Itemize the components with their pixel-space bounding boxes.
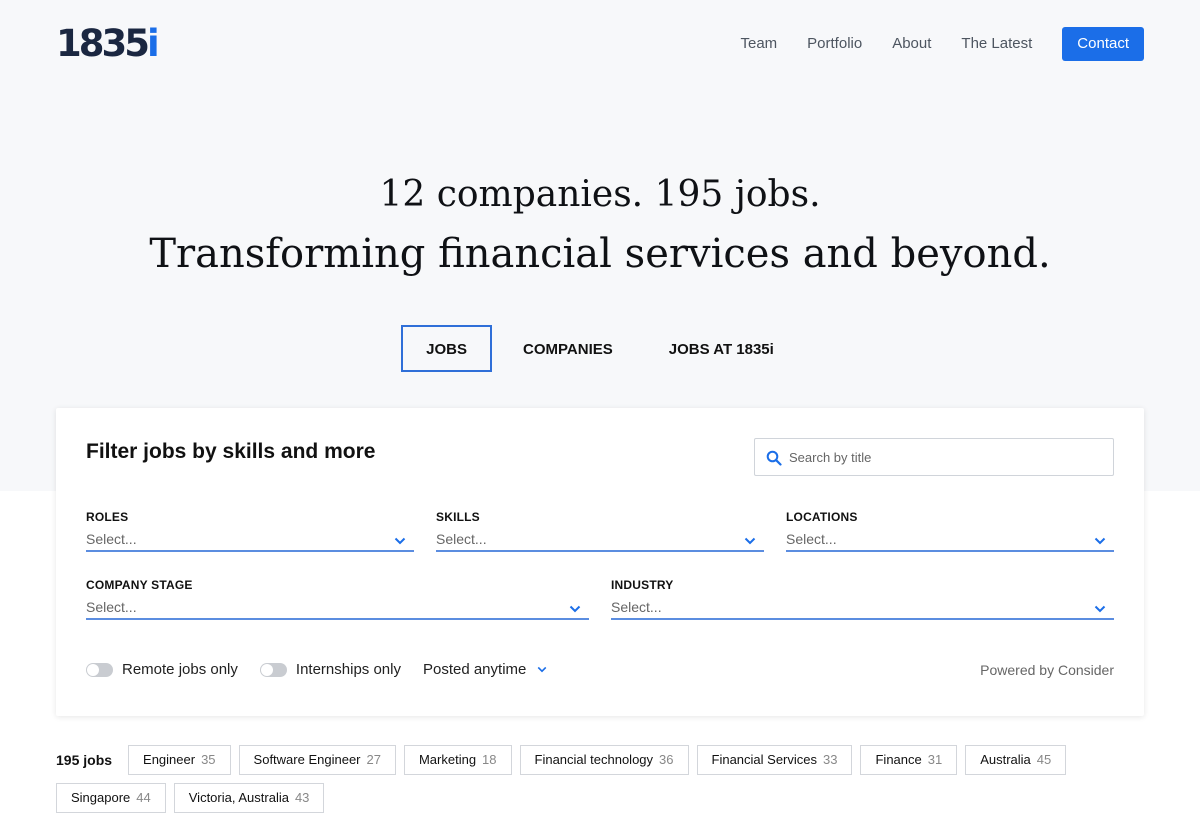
- posted-label: Posted anytime: [422, 661, 527, 678]
- chip-count: 44: [136, 790, 151, 805]
- search-icon: [766, 450, 782, 466]
- chip-financial-services[interactable]: Financial Services 33: [696, 745, 853, 775]
- roles-select[interactable]: ROLES Select...: [86, 510, 414, 552]
- chevron-down-icon: [569, 605, 581, 613]
- chip-australia[interactable]: Australia 45: [965, 745, 1067, 775]
- chevron-down-icon: [538, 666, 547, 673]
- remote-jobs-toggle[interactable]: [86, 662, 113, 677]
- nav-link-the-latest[interactable]: The Latest: [961, 27, 1032, 61]
- tab-jobs-at-1835i[interactable]: JOBS AT 1835i: [644, 325, 799, 372]
- internships-toggle[interactable]: [259, 662, 287, 677]
- view-tabs: JOBS COMPANIES JOBS AT 1835i: [0, 325, 1200, 372]
- company-stage-select[interactable]: COMPANY STAGE Select...: [86, 578, 589, 620]
- posted-dropdown[interactable]: Posted anytime: [423, 661, 547, 678]
- skills-value: Select...: [436, 531, 487, 547]
- chip-label: Singapore: [71, 790, 131, 805]
- tag-chips: 195 jobs Engineer 35 Software Engineer 27 …: [56, 745, 1156, 813]
- chevron-down-icon: [394, 537, 406, 545]
- nav-link-portfolio[interactable]: Portfolio: [807, 27, 862, 61]
- job-count: 195 jobs: [56, 752, 113, 768]
- remote-jobs-label[interactable]: Remote jobs only: [122, 661, 238, 678]
- skills-select[interactable]: SKILLS Select...: [436, 510, 764, 552]
- skills-label: SKILLS: [436, 510, 480, 524]
- nav-link-about[interactable]: About: [892, 27, 931, 61]
- logo-accent: i: [146, 22, 160, 65]
- logo-text: 1835: [56, 22, 150, 65]
- chevron-down-icon: [1094, 605, 1106, 613]
- filter-title: Filter jobs by skills and more: [86, 440, 376, 463]
- chip-label: Financial technology: [534, 752, 654, 767]
- internships-label[interactable]: Internships only: [296, 661, 401, 678]
- locations-value: Select...: [786, 531, 837, 547]
- nav-links: Team Portfolio About The Latest Contact: [740, 27, 1144, 61]
- chip-row: Singapore 44 Victoria, Australia 43: [56, 783, 1156, 813]
- logo[interactable]: 1835i: [56, 22, 160, 65]
- chip-software-engineer[interactable]: Software Engineer 27: [238, 745, 396, 775]
- industry-value: Select...: [611, 599, 662, 615]
- roles-value: Select...: [86, 531, 137, 547]
- chip-count: 43: [294, 790, 310, 805]
- chip-count: 33: [823, 752, 838, 767]
- top-nav: 1835i Team Portfolio About The Latest Co…: [0, 0, 1200, 88]
- chevron-down-icon: [1094, 537, 1106, 545]
- chip-victoria-australia[interactable]: Victoria, Australia 43: [173, 783, 325, 813]
- chip-label: Software Engineer: [253, 752, 361, 767]
- contact-button[interactable]: Contact: [1062, 27, 1144, 61]
- chip-count: 18: [482, 752, 497, 767]
- industry-label: INDUSTRY: [611, 578, 674, 592]
- hero-subheadline: Transforming financial services and beyo…: [149, 231, 1051, 277]
- chip-engineer[interactable]: Engineer 35: [128, 745, 231, 775]
- chip-row: 195 jobs Engineer 35 Software Engineer 27 …: [56, 745, 1156, 775]
- search-input[interactable]: [789, 439, 1105, 475]
- company-stage-label: COMPANY STAGE: [86, 578, 193, 592]
- chip-financial-technology[interactable]: Financial technology 36: [519, 745, 689, 775]
- powered-by-link[interactable]: Powered by Consider: [980, 662, 1114, 678]
- nav-link-team[interactable]: Team: [740, 27, 777, 61]
- chip-label: Australia: [980, 752, 1031, 767]
- roles-label: ROLES: [86, 510, 129, 524]
- chip-count: 31: [927, 752, 943, 767]
- toggle-knob: [260, 663, 273, 676]
- filter-card: Filter jobs by skills and more ROLES Sel…: [56, 408, 1144, 716]
- chip-count: 35: [201, 752, 216, 767]
- tab-jobs[interactable]: JOBS: [401, 325, 493, 372]
- locations-select[interactable]: LOCATIONS Select...: [786, 510, 1114, 552]
- chip-label: Financial Services: [711, 752, 818, 767]
- locations-label: LOCATIONS: [786, 510, 858, 524]
- hero-headline: 12 companies. 195 jobs.: [379, 174, 821, 215]
- chip-marketing[interactable]: Marketing 18: [403, 745, 512, 775]
- chip-count: 27: [366, 752, 381, 767]
- company-stage-value: Select...: [86, 599, 137, 615]
- chip-label: Marketing: [418, 752, 477, 767]
- chip-label: Engineer: [143, 752, 196, 767]
- toggle-knob: [87, 663, 99, 676]
- tab-companies[interactable]: COMPANIES: [498, 325, 638, 372]
- chip-singapore[interactable]: Singapore 44: [56, 783, 166, 813]
- industry-select[interactable]: INDUSTRY Select...: [611, 578, 1114, 620]
- chip-count: 36: [659, 752, 674, 767]
- toggle-row: Remote jobs only Internships only Posted…: [86, 661, 547, 678]
- chip-finance[interactable]: Finance 31: [860, 745, 958, 775]
- search-box[interactable]: [754, 438, 1114, 476]
- chip-count: 45: [1036, 752, 1052, 767]
- chevron-down-icon: [744, 537, 756, 545]
- chip-label: Victoria, Australia: [188, 790, 289, 805]
- chip-label: Finance: [875, 752, 922, 767]
